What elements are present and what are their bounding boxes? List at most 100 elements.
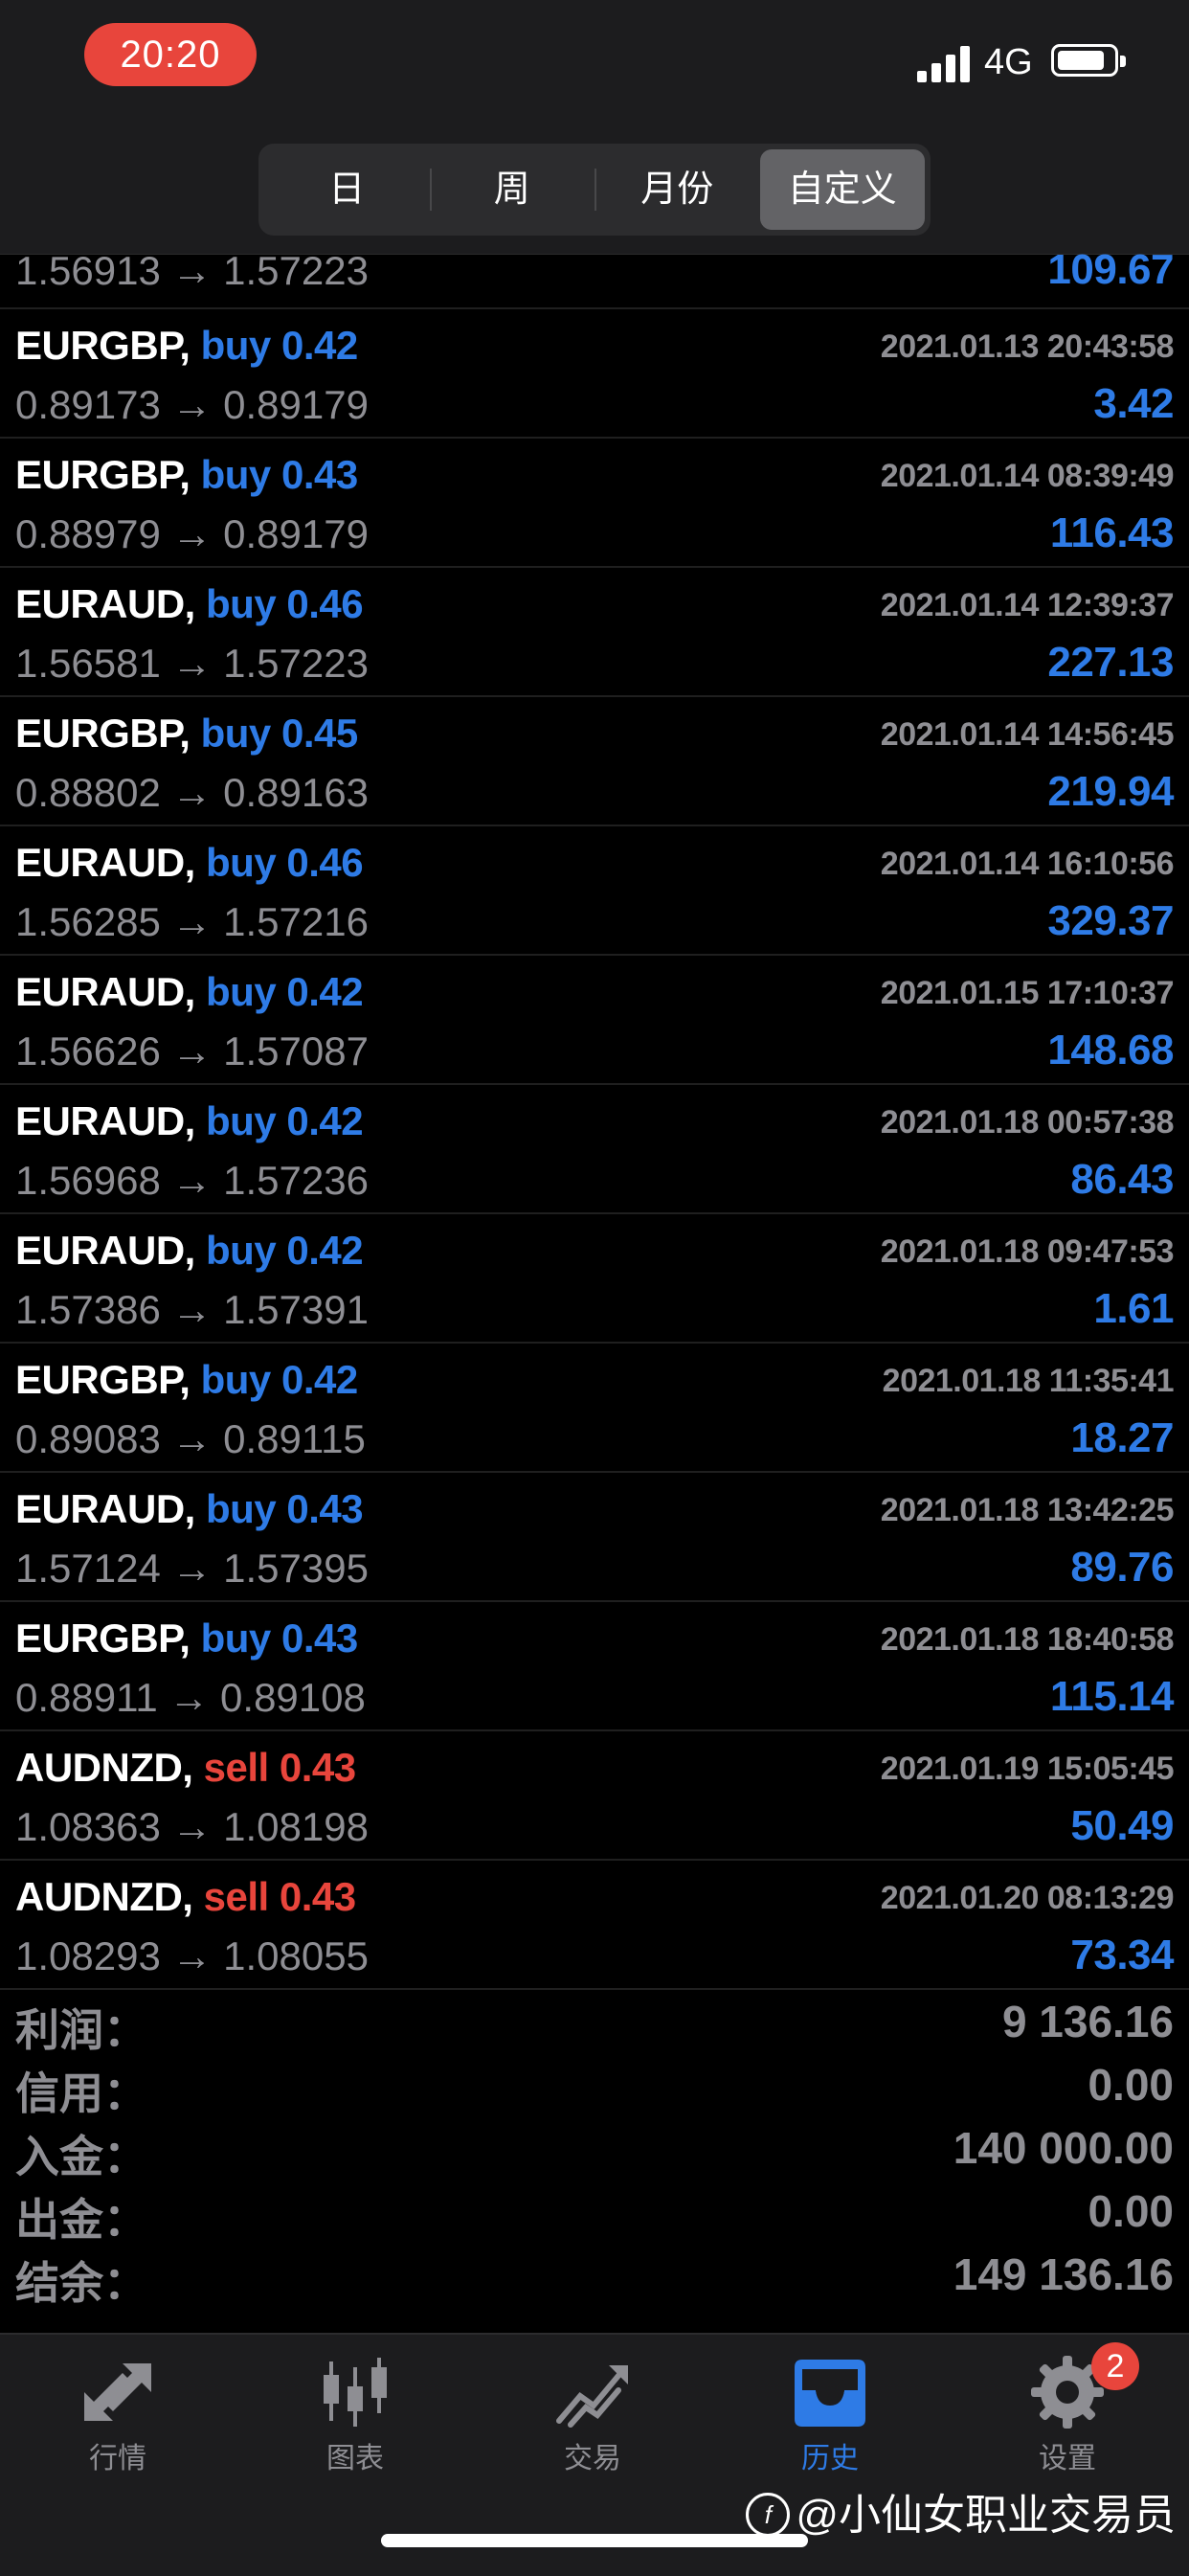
segment-custom[interactable]: 自定义 (759, 149, 925, 230)
trade-row[interactable]: EURGBP, buy 0.42 2021.01.18 11:35:41 0.890… (0, 1344, 1189, 1473)
trade-row[interactable]: EURGBP, buy 0.45 2021.01.14 14:56:45 0.888… (0, 697, 1189, 826)
period-segmented-control: 日 周 月份 自定义 (258, 144, 931, 236)
trade-datetime: 2021.01.15 17:10:37 (880, 975, 1175, 1011)
trade-prices: 0.89083 → 0.89115 (15, 1416, 366, 1461)
trade-row[interactable]: EURAUD, buy 0.46 2021.01.14 12:39:37 1.565… (0, 568, 1189, 697)
trade-volume: 0.42 (280, 1357, 358, 1402)
trade-prices: 1.56626 → 1.57087 (15, 1028, 369, 1073)
symbol-name: EURAUD, (15, 1228, 195, 1273)
trade-symbol: EURGBP, buy 0.43 (15, 452, 358, 498)
trade-prices: 0.88802 → 0.89163 (15, 770, 369, 815)
trade-side: buy (206, 969, 277, 1014)
summary-value: 149 136.16 (953, 2249, 1174, 2299)
trade-volume: 0.43 (279, 1745, 356, 1790)
trade-side: buy (200, 711, 272, 756)
trade-volume: 0.45 (280, 711, 358, 756)
trade-side: buy (200, 323, 272, 368)
trade-profit: 116.43 (1049, 509, 1175, 556)
tab-label: 行情 (89, 2443, 146, 2474)
trade-volume: 0.42 (286, 1098, 364, 1143)
trade-side: buy (206, 840, 277, 885)
trade-volume: 0.43 (280, 452, 358, 497)
trade-side: buy (206, 1228, 277, 1273)
trade-row[interactable]: EURAUD, buy 0.42 2021.01.18 09:47:53 1.573… (0, 1214, 1189, 1344)
summary-row: 出金： 0.00 (0, 2181, 1189, 2245)
trade-datetime: 2021.01.18 18:40:58 (880, 1621, 1175, 1658)
summary-value: 140 000.00 (953, 2123, 1174, 2173)
summary-row: 利润： 9 136.16 (0, 1992, 1189, 2055)
segment-day[interactable]: 日 (264, 149, 430, 230)
trade-row-partial[interactable]: 1.56913 → 1.57223 109.67 (0, 246, 1189, 309)
trade-row[interactable]: AUDNZD, sell 0.43 2021.01.19 15:05:45 1.08… (0, 1731, 1189, 1861)
trade-prices: 1.08363 → 1.08198 (15, 1804, 369, 1849)
tab-trade[interactable]: 交易 (521, 2354, 664, 2476)
trade-prices: 1.57124 → 1.57395 (15, 1546, 369, 1591)
quotes-arrows-icon (84, 2363, 151, 2421)
trade-volume: 0.42 (286, 1228, 364, 1273)
tab-charts[interactable]: 图表 (283, 2354, 427, 2476)
tab-history[interactable]: 历史 (758, 2354, 902, 2476)
trade-row[interactable]: EURGBP, buy 0.43 2021.01.18 18:40:58 0.889… (0, 1602, 1189, 1731)
history-header: 日 周 月份 自定义 (0, 134, 1189, 255)
symbol-name: EURGBP, (15, 452, 191, 497)
trade-side: buy (200, 452, 272, 497)
trade-row[interactable]: EURAUD, buy 0.42 2021.01.15 17:10:37 1.566… (0, 956, 1189, 1085)
trade-symbol: AUDNZD, sell 0.43 (15, 1874, 356, 1920)
trade-profit: 3.42 (1093, 380, 1174, 427)
candlestick-chart-icon (324, 2358, 387, 2427)
trade-row[interactable]: EURGBP, buy 0.42 2021.01.13 20:43:58 0.891… (0, 309, 1189, 439)
trade-datetime: 2021.01.14 08:39:49 (880, 458, 1175, 494)
symbol-name: EURGBP, (15, 711, 191, 756)
trade-prices: 0.88911 → 0.89108 (15, 1675, 366, 1720)
trade-datetime: 2021.01.20 08:13:29 (880, 1880, 1175, 1916)
history-inbox-icon (795, 2360, 865, 2427)
trade-prices: 1.56913 → 1.57223 (15, 248, 369, 293)
trade-prices: 0.89173 → 0.89179 (15, 382, 369, 427)
trade-row[interactable]: AUDNZD, sell 0.43 2021.01.20 08:13:29 1.08… (0, 1861, 1189, 1990)
trade-row[interactable]: EURGBP, buy 0.43 2021.01.14 08:39:49 0.889… (0, 439, 1189, 568)
summary-value: 0.00 (1088, 2186, 1174, 2236)
home-indicator[interactable] (381, 2534, 808, 2547)
symbol-name: AUDNZD, (15, 1745, 193, 1790)
symbol-name: AUDNZD, (15, 1874, 193, 1919)
trade-prices: 1.08293 → 1.08055 (15, 1933, 369, 1978)
trade-profit: 89.76 (1070, 1544, 1174, 1591)
trade-volume: 0.43 (286, 1486, 364, 1531)
trade-volume: 0.46 (286, 840, 364, 885)
summary-row: 入金： 140 000.00 (0, 2118, 1189, 2181)
trade-prices: 1.56285 → 1.57216 (15, 899, 369, 944)
weibo-logo-icon: f (746, 2493, 791, 2537)
tab-label: 设置 (1039, 2443, 1096, 2474)
trade-profit: 227.13 (1047, 639, 1174, 686)
trade-profit: 50.49 (1070, 1802, 1174, 1849)
symbol-name: EURGBP, (15, 1357, 191, 1402)
trade-symbol: EURAUD, buy 0.46 (15, 840, 364, 886)
trade-profit: 115.14 (1049, 1673, 1175, 1720)
trade-volume: 0.43 (279, 1874, 356, 1919)
trade-chart-icon (556, 2365, 628, 2428)
trade-row[interactable]: EURAUD, buy 0.46 2021.01.14 16:10:56 1.562… (0, 826, 1189, 956)
segment-week[interactable]: 周 (429, 149, 595, 230)
trade-prices: 1.56581 → 1.57223 (15, 641, 369, 686)
trade-volume: 0.43 (280, 1616, 358, 1661)
tab-quotes[interactable]: 行情 (46, 2354, 190, 2476)
status-time: 20:20 (84, 23, 257, 86)
segment-month[interactable]: 月份 (594, 149, 760, 230)
symbol-name: EURAUD, (15, 969, 195, 1014)
trade-row[interactable]: EURAUD, buy 0.43 2021.01.18 13:42:25 1.571… (0, 1473, 1189, 1602)
trade-datetime: 2021.01.18 13:42:25 (880, 1492, 1175, 1528)
trade-side: sell (203, 1745, 270, 1790)
trade-profit: 18.27 (1070, 1414, 1174, 1461)
trade-symbol: EURGBP, buy 0.43 (15, 1616, 358, 1661)
trade-profit: 73.34 (1070, 1932, 1174, 1978)
trade-datetime: 2021.01.14 14:56:45 (880, 716, 1175, 753)
trade-profit: 109.67 (1047, 246, 1174, 293)
trade-row[interactable]: EURAUD, buy 0.42 2021.01.18 00:57:38 1.569… (0, 1085, 1189, 1214)
summary-value: 9 136.16 (1001, 1997, 1174, 2046)
trade-side: sell (203, 1874, 270, 1919)
trade-symbol: EURAUD, buy 0.43 (15, 1486, 364, 1532)
watermark-text: @小仙女职业交易员 (796, 2492, 1176, 2539)
symbol-name: EURAUD, (15, 1486, 195, 1531)
summary-label: 利润： (15, 2005, 147, 2055)
trade-datetime: 2021.01.13 20:43:58 (880, 328, 1175, 365)
